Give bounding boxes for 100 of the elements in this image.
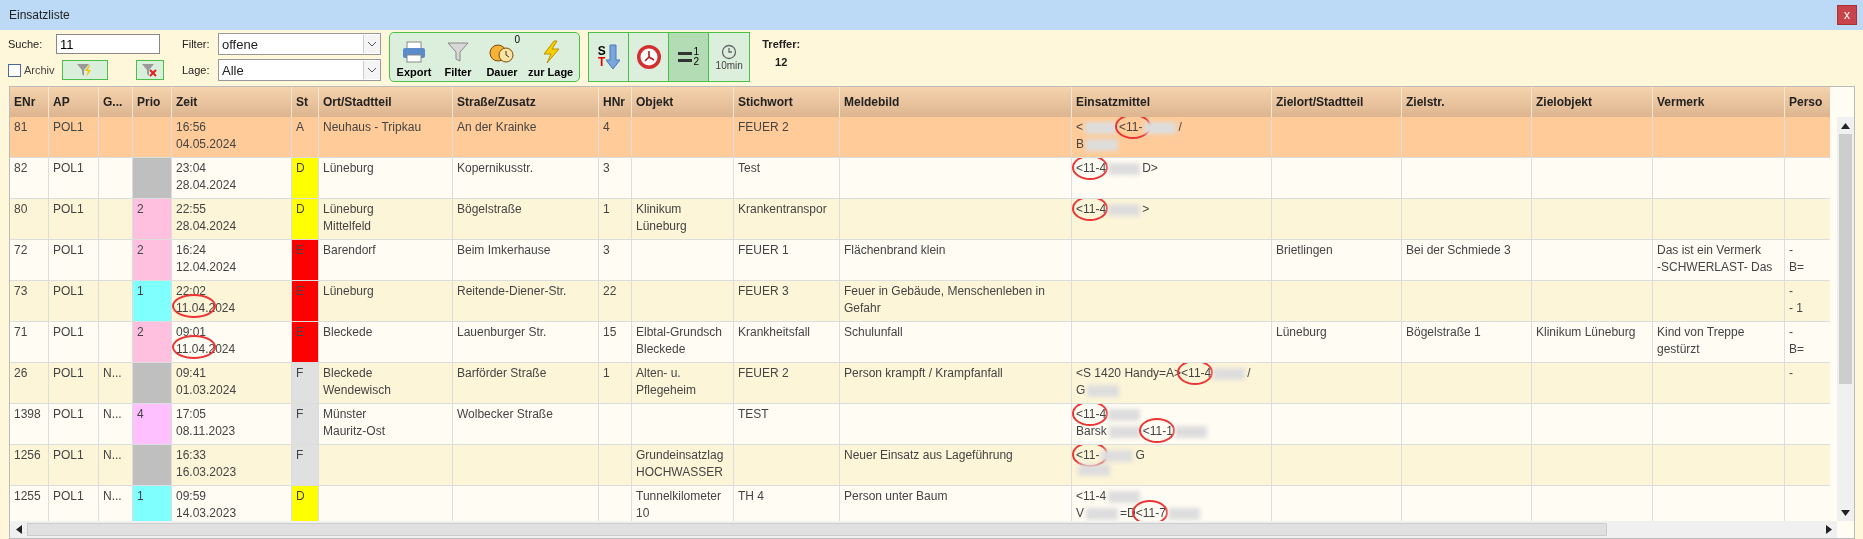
redacted-text [1108, 490, 1141, 503]
ap-cell: POL1 [53, 489, 84, 503]
printer-button[interactable]: Export [392, 33, 436, 81]
report-cell: Person unter Baum [844, 489, 948, 503]
redacted-text [1108, 408, 1141, 421]
house-number-cell: 3 [603, 243, 610, 257]
table-row[interactable]: 81 POL1 16:56 04.05.2024 A Neuhaus - Tripkau An der Krainke 4 FEUER 2 < <11- / B [10, 117, 1830, 158]
keyword-cell: Test [738, 161, 760, 175]
close-button[interactable]: x [1837, 5, 1857, 25]
resource-text: <11- [1119, 120, 1143, 134]
keyword-cell: FEUER 1 [738, 243, 789, 257]
destination-object-cell: Klinikum Lüneburg [1536, 325, 1636, 339]
number-cell: 1256 [14, 448, 41, 462]
time-cell: 16:33 16.03.2023 [176, 448, 237, 479]
filter-dropdown[interactable]: offene [218, 33, 381, 55]
report-cell: Neuer Einsatz aus Lageführung [844, 448, 1013, 462]
group-cell: N... [103, 366, 122, 380]
table-row[interactable]: 1398 POL1 N... 4 17:05 08.11.2023 F Münster Mauritz-Ost Wolbecker Straße TEST <11-4 Barsk <11-1 [10, 404, 1830, 445]
number-cell: 71 [14, 325, 28, 339]
note-cell: Kind von Treppe gestürzt [1657, 325, 1745, 356]
street-cell: Bögelstraße [457, 202, 522, 216]
table-row[interactable]: 1256 POL1 N... 16:33 16.03.2023 F Grundeinsatzlag HOCHWASSER Neuer Einsatz aus Lageführung <11- G [10, 445, 1830, 486]
ap-cell: POL1 [53, 366, 84, 380]
lines-icon [678, 50, 693, 64]
house-number-cell: 15 [603, 325, 617, 339]
table-row[interactable]: 80 POL1 2 22:55 28.04.2024 D Lüneburg Mittelfeld Bögelstraße 1 Klinikum Lüneburg Krankentranspor <11-4 > [10, 199, 1830, 240]
house-number-cell: 4 [603, 120, 610, 134]
redacted-text [1108, 162, 1141, 175]
lage-dropdown[interactable]: Alle [218, 59, 381, 81]
group-cell: N... [103, 448, 122, 462]
number-cell: 1398 [14, 407, 41, 421]
search-field[interactable]: 11 [56, 34, 160, 54]
house-number-cell: 1 [603, 366, 610, 380]
funnel-button[interactable]: Filter [436, 33, 480, 81]
lage-label: Lage: [182, 64, 211, 76]
keyword-cell: Krankentranspor [738, 202, 827, 216]
vertical-scrollbar[interactable] [1837, 117, 1854, 521]
status-cell: D [292, 199, 318, 239]
resource-text: <11-4 [1076, 161, 1107, 175]
search-label: Suche: [8, 38, 44, 50]
group-cell: N... [103, 489, 122, 503]
location-cell: Lüneburg [323, 161, 374, 175]
alarm-clock-icon [634, 43, 663, 71]
number-cell: 72 [14, 243, 28, 257]
object-cell: Alten- u. Pflegeheim [636, 366, 697, 397]
priority-cell: 2 [133, 240, 171, 280]
resource-text: <11- [1076, 448, 1100, 462]
resource-text: <11-4 [1076, 202, 1107, 216]
priority-cell: 4 [133, 404, 171, 444]
lightning-button[interactable]: zur Lage [524, 33, 578, 81]
horizontal-scrollbar[interactable] [10, 521, 1837, 538]
person-cell: - B= [1789, 243, 1804, 274]
time-cell: 16:24 12.04.2024 [176, 243, 237, 274]
redacted-text [1108, 425, 1141, 438]
house-number-cell: 22 [603, 284, 617, 298]
ap-cell: POL1 [53, 161, 84, 175]
window-title: Einsatzliste [9, 8, 70, 22]
redacted-text [1167, 507, 1200, 520]
resource-text: B [1076, 137, 1084, 151]
destination-street-cell: Bei der Schmiede 3 [1406, 243, 1511, 257]
archive-label: Archiv [24, 64, 55, 76]
redacted-text [1078, 464, 1110, 476]
clear-filter-button[interactable] [136, 60, 164, 80]
status-cell: E [292, 281, 318, 321]
resource-text: <11-4 [1076, 407, 1107, 421]
table-row[interactable]: 72 POL1 2 16:24 12.04.2024 E Barendorf Beim Imkerhause 3 FEUER 1 Flächenbrand klein Brietlingen Bei der Schmiede 3 Das ist ein Vermerk -SCHWERLAST- Das - B= [10, 240, 1830, 281]
report-cell: Feuer in Gebäude, Menschenleben in Gefahr [844, 284, 1045, 315]
duration-count: 0 [514, 34, 520, 45]
street-cell: Lauenburger Str. [457, 325, 547, 339]
number-cell: 81 [14, 120, 28, 134]
archive-checkbox[interactable] [8, 63, 21, 77]
report-cell: Flächenbrand klein [844, 243, 946, 257]
stopwatch-button[interactable]: 0 Dauer [480, 33, 524, 81]
lines-view-button[interactable]: 1 2 [669, 33, 710, 81]
redacted-text [1086, 138, 1118, 151]
status-cell: E [292, 240, 318, 280]
clock-icon [721, 43, 738, 60]
resource-text: <11-4 [1181, 366, 1212, 380]
scroll-thumb[interactable] [1839, 134, 1852, 384]
time-cell: 09:59 14.03.2023 [176, 489, 237, 520]
table-row[interactable]: 82 POL1 23:04 28.04.2024 D Lüneburg Kopernikusstr. 3 Test <11-4 D> [10, 158, 1830, 199]
number-cell: 1255 [14, 489, 41, 503]
redacted-text [1108, 203, 1141, 216]
horizontal-scroll-thumb[interactable] [27, 523, 1607, 536]
priority-cell: 1 [133, 486, 171, 523]
status-cell-text: A [295, 119, 305, 136]
filter-label: Filter: [182, 38, 211, 50]
person-cell: - [1789, 366, 1793, 380]
status-cell: F [292, 404, 318, 444]
resource-text: G [1076, 383, 1086, 397]
ap-cell: POL1 [53, 448, 84, 462]
street-cell: Reitende-Diener-Str. [457, 284, 567, 298]
time-cell: 22:55 28.04.2024 [176, 202, 237, 233]
status-cell: D [292, 158, 318, 198]
keyword-cell: Krankheitsfall [738, 325, 811, 339]
status-cell: E [292, 322, 318, 362]
hits-count: 12 [775, 56, 788, 68]
resource-text: > [1142, 202, 1150, 216]
report-cell: Schulunfall [844, 325, 903, 339]
person-cell: - - 1 [1789, 284, 1803, 315]
